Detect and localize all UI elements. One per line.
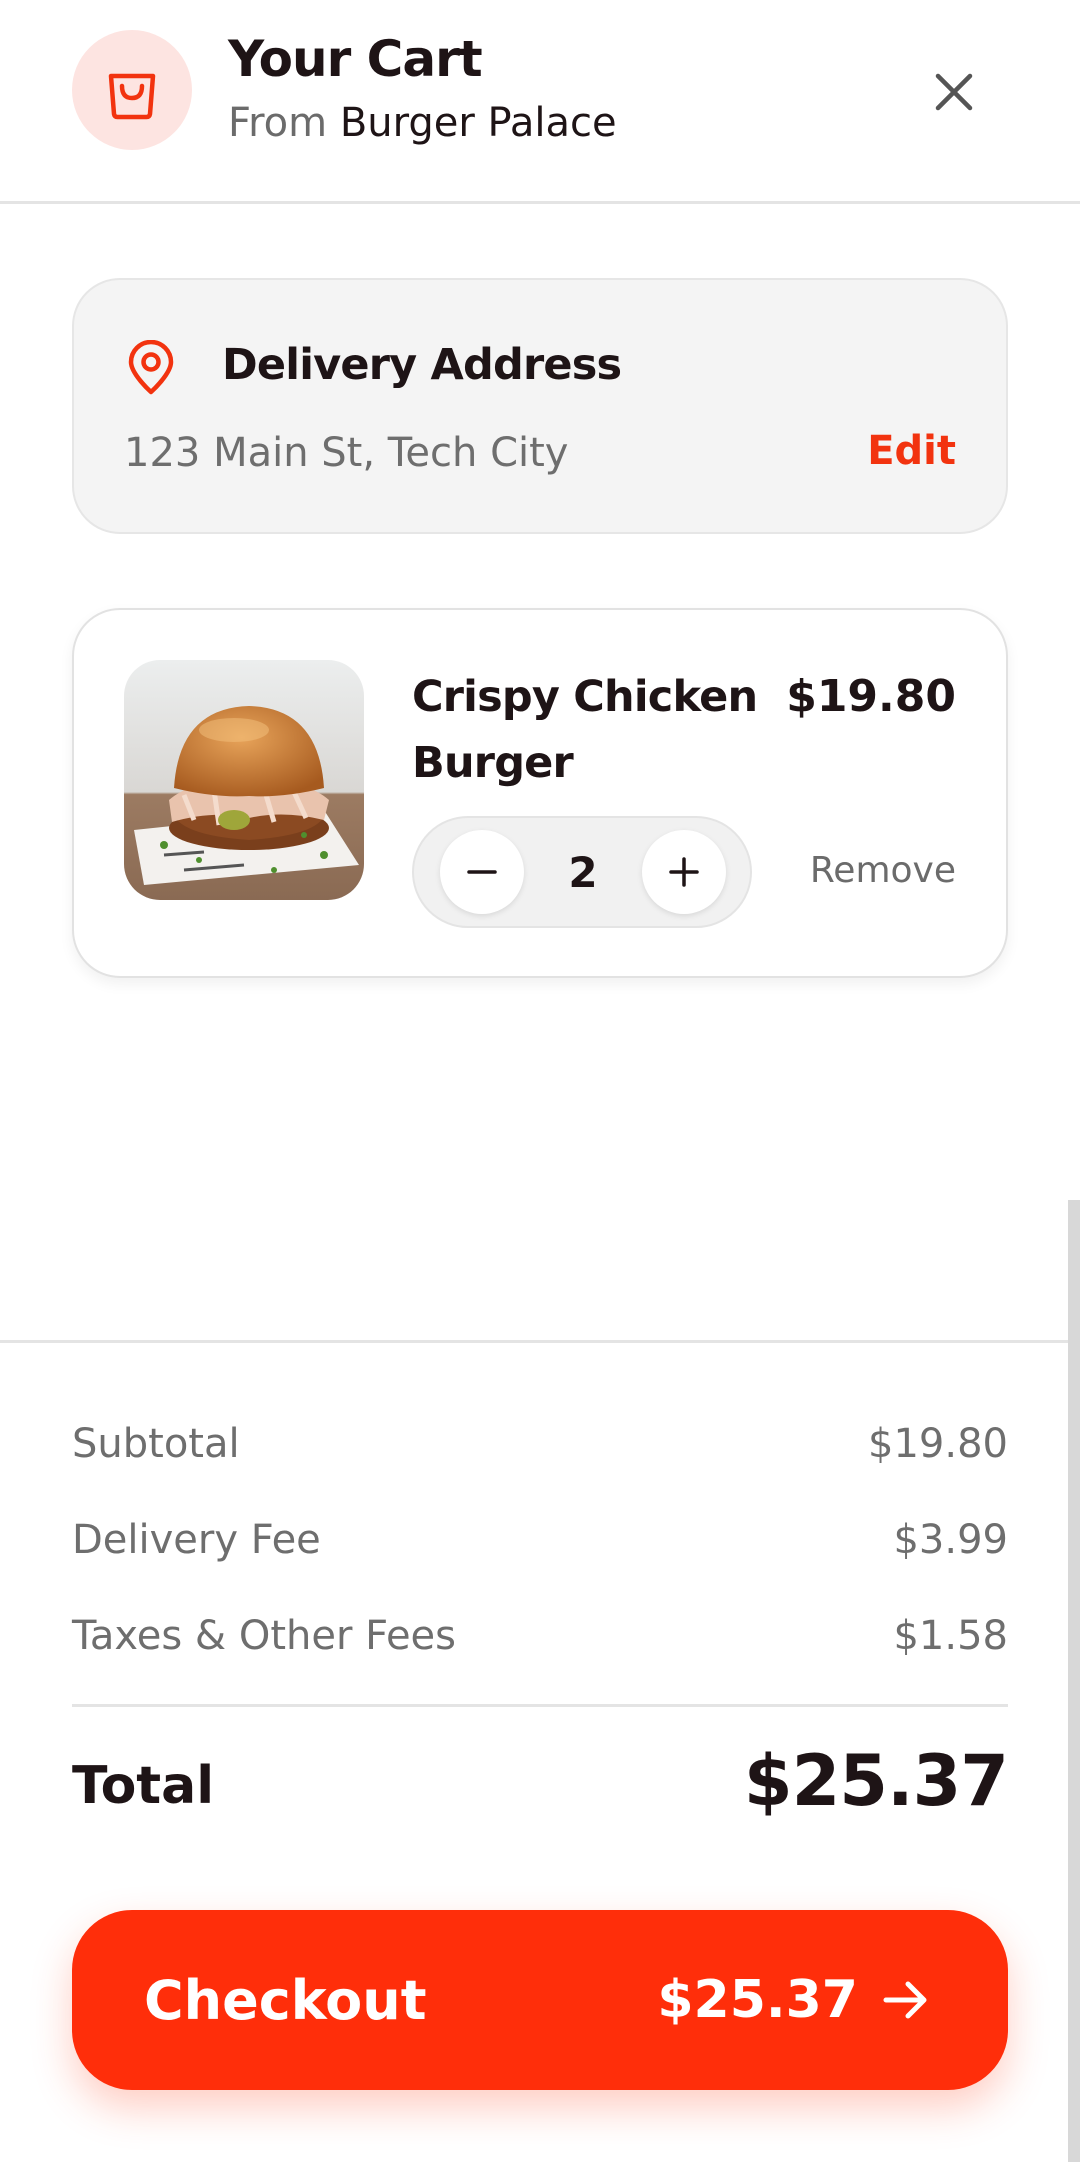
arrow-right-icon [883, 1981, 927, 2019]
delivery-fee-label: Delivery Fee [72, 1517, 321, 1563]
close-button[interactable] [922, 60, 986, 124]
delivery-address-title: Delivery Address [222, 340, 622, 390]
subtotal-label: Subtotal [72, 1421, 240, 1467]
delivery-fee-row: Delivery Fee $3.99 [72, 1510, 1008, 1570]
scrollbar[interactable] [1068, 1200, 1080, 2162]
restaurant-subtitle: From Burger Palace [228, 100, 617, 146]
item-name: Crispy Chicken Burger [412, 672, 758, 788]
cart-screen: Your Cart From Burger Palace Delivery Ad… [0, 0, 1080, 2162]
checkout-button[interactable]: Checkout $25.37 [72, 1910, 1008, 2090]
quantity-value: 2 [568, 847, 598, 897]
decrease-quantity-button[interactable] [440, 830, 524, 914]
plus-icon [669, 857, 699, 887]
from-prefix: From [228, 100, 328, 146]
summary-divider [0, 1340, 1068, 1343]
total-value: $25.37 [743, 1740, 1009, 1822]
delivery-address-line: 123 Main St, Tech City [124, 430, 569, 476]
item-price: $19.80 [786, 671, 956, 722]
cart-header: Your Cart From Burger Palace [0, 0, 1080, 204]
map-pin-icon [128, 340, 174, 395]
quantity-stepper: 2 [412, 816, 752, 928]
subtotal-value: $19.80 [868, 1421, 1008, 1467]
subtotal-row: Subtotal $19.80 [72, 1414, 1008, 1474]
increase-quantity-button[interactable] [642, 830, 726, 914]
minus-icon [467, 870, 497, 874]
checkout-total: $25.37 [657, 1970, 858, 2030]
remove-item-button[interactable]: Remove [810, 850, 956, 891]
taxes-row: Taxes & Other Fees $1.58 [72, 1606, 1008, 1666]
delivery-fee-value: $3.99 [893, 1517, 1008, 1563]
close-icon [935, 73, 973, 111]
page-title: Your Cart [228, 30, 483, 88]
checkout-label: Checkout [144, 1968, 427, 2032]
total-divider [72, 1704, 1008, 1707]
restaurant-name: Burger Palace [339, 100, 617, 146]
total-label: Total [72, 1756, 215, 1816]
taxes-value: $1.58 [893, 1613, 1008, 1659]
delivery-address-card: Delivery Address 123 Main St, Tech City … [72, 278, 1008, 534]
item-image [124, 660, 364, 900]
shopping-bag-icon [72, 30, 192, 150]
taxes-label: Taxes & Other Fees [72, 1613, 457, 1659]
edit-address-button[interactable]: Edit [867, 428, 956, 474]
cart-item: Crispy Chicken Burger $19.80 2 Remove [72, 608, 1008, 978]
